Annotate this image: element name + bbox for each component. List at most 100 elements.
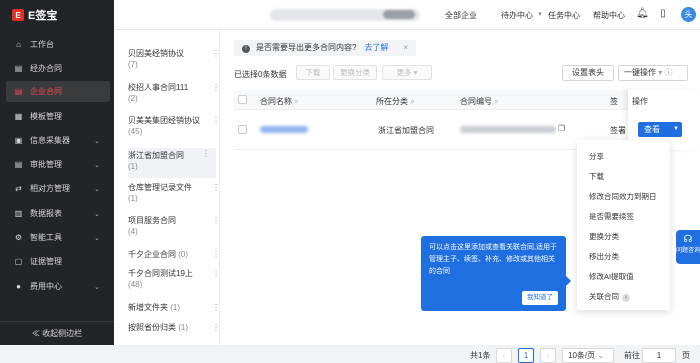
more-icon[interactable]: ⋮ xyxy=(212,182,219,193)
folder-item[interactable]: 仓库管理记录文件 (1) ⋮ xyxy=(128,182,219,204)
chevron-down-icon: ⌄ xyxy=(94,137,100,145)
chevron-down-icon: ⌄ xyxy=(94,185,100,193)
help-circle-icon: ⓘ xyxy=(664,68,673,77)
download-button[interactable]: 下载 xyxy=(296,65,330,80)
menu-item-change-category[interactable]: 更换分类 xyxy=(589,231,619,242)
view-button[interactable]: 查看 ▼ xyxy=(638,122,682,137)
collapse-sidebar-button[interactable]: ≪ 收起侧边栏 xyxy=(0,321,114,345)
menu-item-share[interactable]: 分享 xyxy=(589,151,604,162)
consult-widget[interactable]: ☊ 问题咨询 xyxy=(676,230,700,264)
menu-item-renewal[interactable]: 是否需要续签 xyxy=(589,211,634,222)
folder-item-selected[interactable]: 浙江省加盟合同 (1) ⋮ xyxy=(128,148,216,178)
change-category-button[interactable]: 更换分类 xyxy=(333,65,377,80)
page-number-current[interactable]: 1 xyxy=(518,348,534,363)
prev-page-button[interactable]: ‹ xyxy=(496,348,512,363)
contract-name-link[interactable] xyxy=(260,126,308,133)
folder-item[interactable]: 千夕合同测试19上 (48) ⋮ xyxy=(128,268,219,290)
column-category[interactable]: 所在分类 ⌕ xyxy=(376,96,415,107)
folder-count: (0) xyxy=(178,250,189,259)
bulk-ops-button[interactable]: 一键操作 ▾ ⓘ xyxy=(618,65,688,81)
sidebar-item-approvals[interactable]: ▤ 审批管理 ⌄ xyxy=(6,154,110,175)
more-icon[interactable]: ⋮ xyxy=(212,322,219,333)
chevron-down-icon: ▾ xyxy=(658,68,663,77)
more-icon[interactable]: ⋮ xyxy=(212,249,219,260)
todo-center-link[interactable]: 待办中心 xyxy=(501,10,533,21)
chevron-down-icon: ⌄ xyxy=(94,210,100,218)
next-page-button[interactable]: › xyxy=(540,348,556,363)
got-it-button[interactable]: 我知道了 xyxy=(522,291,558,305)
search-icon[interactable]: ⌕ xyxy=(494,97,498,106)
close-icon[interactable]: × xyxy=(403,40,408,56)
enterprise-switch[interactable]: 全部企业 xyxy=(445,10,477,21)
task-center-link[interactable]: 任务中心 xyxy=(548,10,580,21)
page-size-value: 10条/页 xyxy=(568,351,596,360)
menu-item-edit-ai-values[interactable]: 修改AI提取值 xyxy=(589,271,634,282)
select-all-checkbox[interactable] xyxy=(238,95,247,104)
folder-item[interactable]: 项目服务合同 (4) ⋮ xyxy=(128,215,219,237)
row-actions-menu: 分享 下载 修改合同效力到期日 是否需要续签 更换分类 移出分类 修改AI提取值… xyxy=(577,140,670,310)
more-icon[interactable]: ⋮ xyxy=(212,48,219,59)
chevron-down-icon: ⌄ xyxy=(597,351,605,360)
sidebar-item-smart-tools[interactable]: ⚙ 智能工具 ⌄ xyxy=(6,227,110,248)
sidebar-item-reports[interactable]: ▥ 数据报表 ⌄ xyxy=(6,203,110,224)
sidebar-item-info-collector[interactable]: ▣ 信息采集器 ⌄ xyxy=(6,130,110,151)
sidebar-item-workbench[interactable]: ⌂ 工作台 xyxy=(6,34,110,55)
more-icon[interactable]: ⋮ xyxy=(212,115,219,126)
sidebar-item-billing[interactable]: ● 费用中心 ⌄ xyxy=(6,276,110,297)
folder-item[interactable]: 校招人事合同111 (2) ⋮ xyxy=(128,82,219,104)
column-contract-number[interactable]: 合同编号 ⌕ xyxy=(460,96,499,107)
chevron-down-icon[interactable]: ▾ xyxy=(534,9,546,21)
sidebar-item-label: 数据报表 xyxy=(30,209,62,218)
more-icon[interactable]: ⋮ xyxy=(212,215,219,226)
onboarding-tooltip: 可以点击这里添加或查看关联合同,适用于管理主子、续签、补充、修改或其他相关的合同… xyxy=(421,236,571,311)
more-icon[interactable]: ⋮ xyxy=(212,268,219,279)
column-label: 所在分类 xyxy=(376,97,408,106)
folder-name: 按照省份归类 xyxy=(128,323,176,332)
folder-name: 千夕合同测试19上 xyxy=(128,269,193,278)
sidebar-item-enterprise-contracts[interactable]: ▤ 企业合同 xyxy=(6,81,110,102)
help-center-link[interactable]: 帮助中心 xyxy=(593,10,625,21)
search-icon[interactable]: ⌕ xyxy=(294,97,298,106)
chevron-down-icon: ⌄ xyxy=(94,234,100,242)
chevron-down-icon[interactable]: ▼ xyxy=(673,122,679,137)
more-icon[interactable]: ⋮ xyxy=(212,302,219,313)
more-icon[interactable]: ⋮ xyxy=(212,82,219,93)
copy-icon[interactable]: ❐ xyxy=(558,124,565,133)
column-contract-name[interactable]: 合同名称 ⌕ xyxy=(260,96,299,107)
sidebar-item-counterparties[interactable]: ⇄ 相对方管理 ⌄ xyxy=(6,178,110,199)
sidebar-item-evidence[interactable]: ▢ 证据管理 xyxy=(6,251,110,272)
tablet-icon[interactable]: ▯ xyxy=(657,8,669,20)
sidebar-item-label: 证据管理 xyxy=(30,257,62,266)
chevron-down-icon: ⌄ xyxy=(94,161,100,169)
folder-count: (45) xyxy=(128,127,143,136)
column-status: 签 xyxy=(610,97,618,106)
sidebar-item-handled-contracts[interactable]: ▤ 经办合同 xyxy=(6,58,110,79)
sidebar-item-label: 信息采集器 xyxy=(30,136,70,145)
folder-item[interactable]: 按照省份归类 (1) ⋮ xyxy=(128,322,219,333)
row-checkbox[interactable] xyxy=(238,125,247,134)
avatar[interactable]: 头 xyxy=(681,7,696,22)
folder-item[interactable]: 千夕企业合同 (0) ⋮ xyxy=(128,249,219,260)
column-operations: 操作 xyxy=(632,97,648,106)
folder-count: (4) xyxy=(128,227,138,236)
menu-item-download[interactable]: 下载 xyxy=(589,171,604,182)
selected-count: 已选择0条数据 xyxy=(234,70,287,79)
folder-item[interactable]: 贝因美经销协议 (7) ⋮ xyxy=(128,48,219,70)
more-button[interactable]: 更多 ▾ xyxy=(382,65,432,80)
menu-item-edit-expiry[interactable]: 修改合同效力到期日 xyxy=(589,191,657,202)
more-icon[interactable]: ⋮ xyxy=(202,148,210,159)
menu-item-related-contracts[interactable]: 关联合同 i xyxy=(589,291,630,302)
app-logo[interactable]: E E签宝 xyxy=(0,0,114,30)
learn-more-link[interactable]: 去了解 xyxy=(364,43,388,52)
goto-page-input[interactable]: 1 xyxy=(642,348,676,363)
search-icon[interactable]: ⌕ xyxy=(410,97,414,106)
sidebar-item-templates[interactable]: ▦ 模板管理 xyxy=(6,106,110,127)
folder-item[interactable]: 新增文件夹 (1) ⋮ xyxy=(128,302,219,313)
set-header-button[interactable]: 设置表头 xyxy=(562,65,614,81)
menu-item-remove-category[interactable]: 移出分类 xyxy=(589,251,619,262)
total-count: 共1条 xyxy=(470,351,491,360)
sidebar-item-label: 相对方管理 xyxy=(30,184,70,193)
page-size-select[interactable]: 10条/页 ⌄ xyxy=(562,348,614,363)
bell-icon[interactable]: 🔔︎ xyxy=(636,8,649,20)
folder-item[interactable]: 贝美美集团经销协议 (45) ⋮ xyxy=(128,115,219,137)
